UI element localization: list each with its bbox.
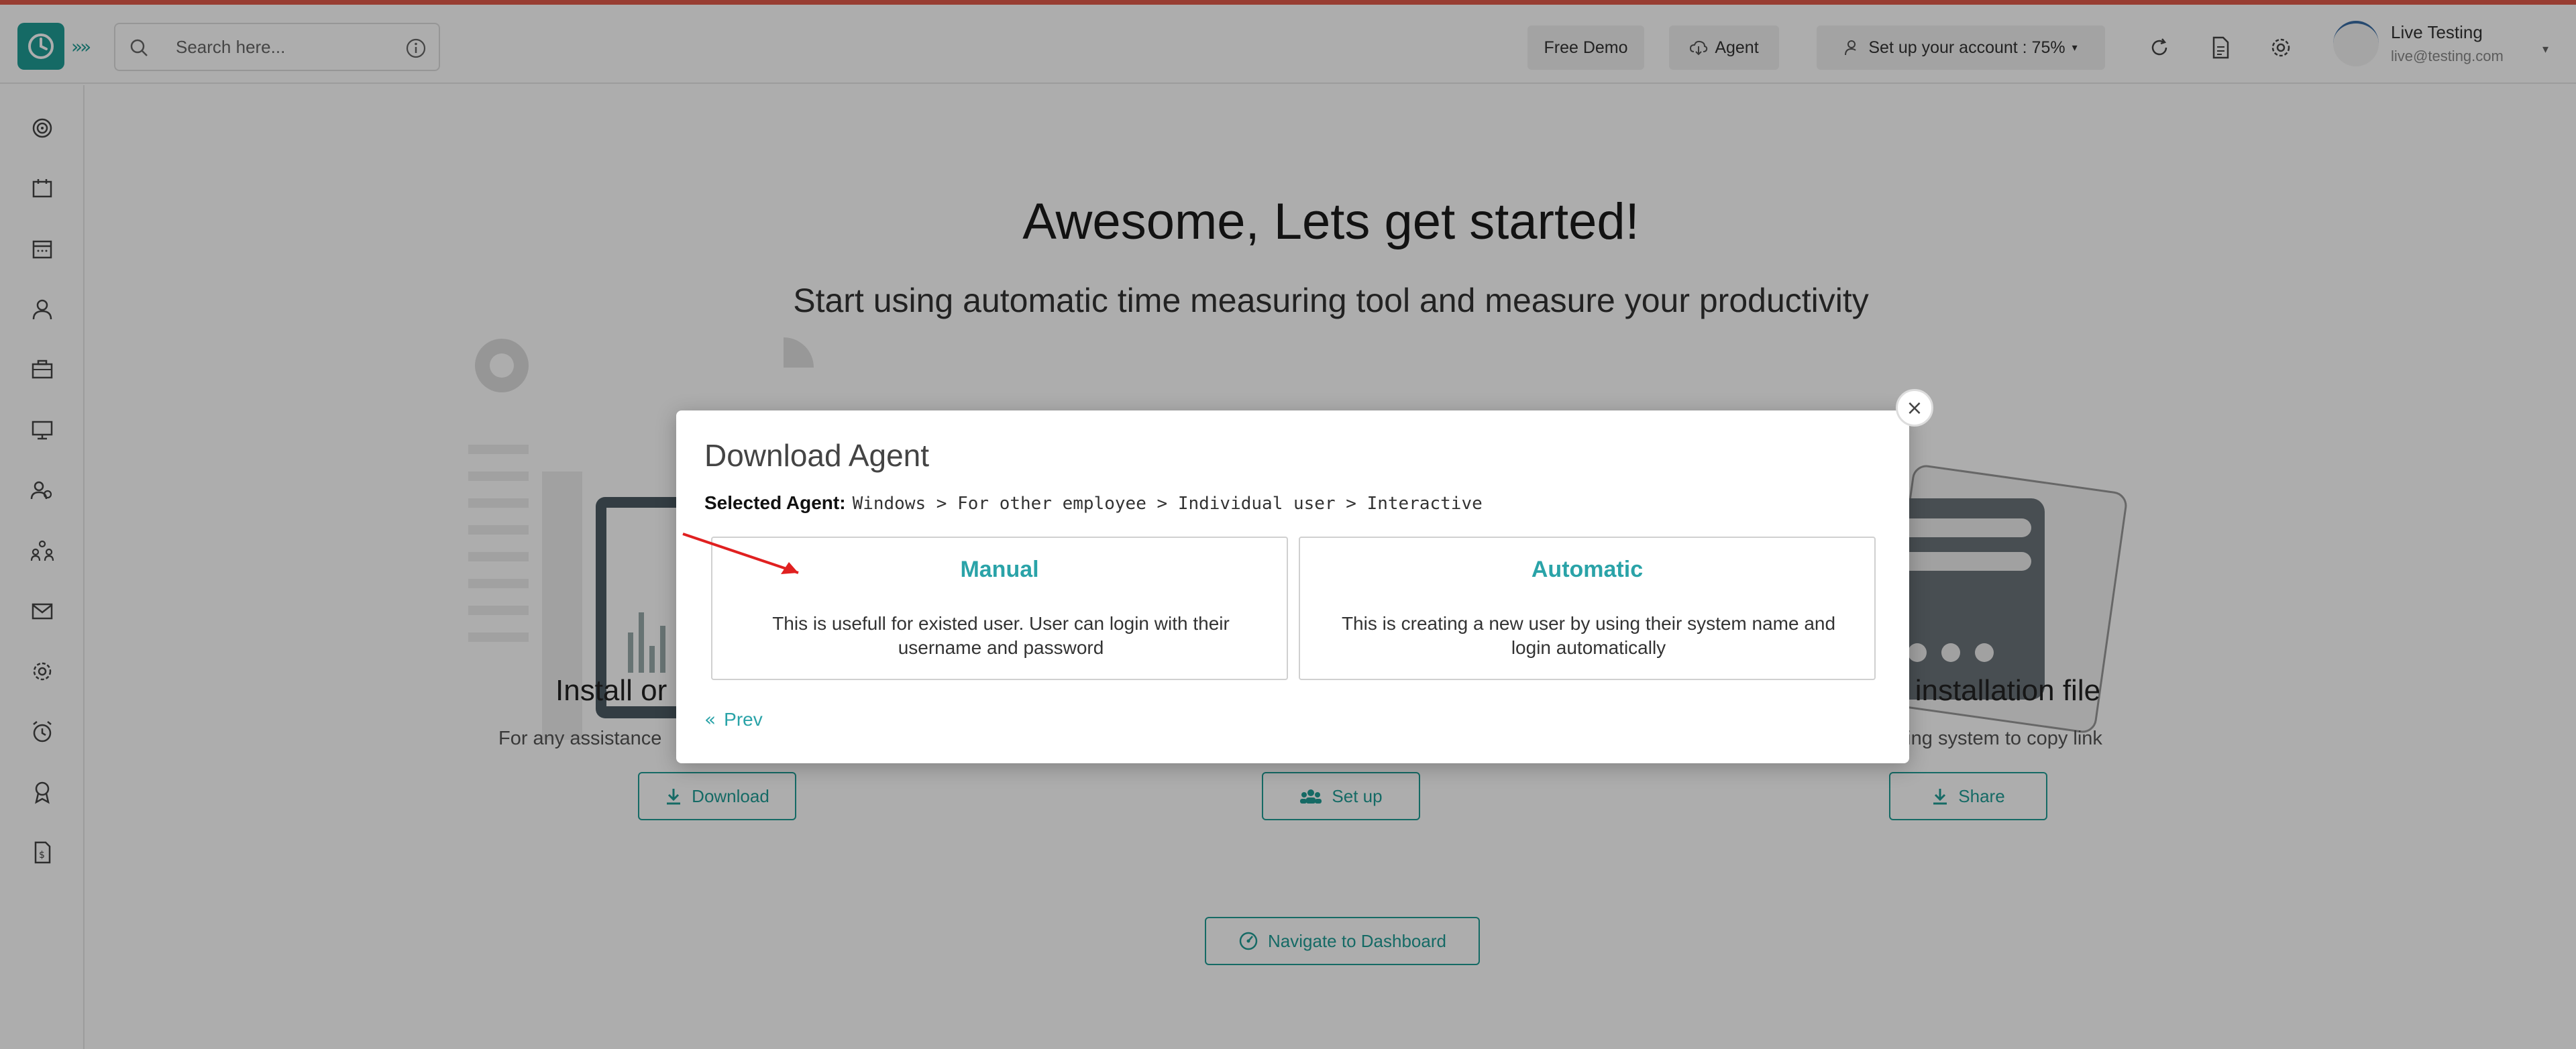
prev-label: Prev bbox=[724, 708, 763, 730]
selected-agent: Selected Agent: Windows > For other emplo… bbox=[704, 492, 1483, 514]
automatic-option-title: Automatic bbox=[1531, 557, 1644, 582]
annotation-arrow bbox=[682, 533, 799, 574]
automatic-option[interactable]: Automatic This is creating a new user by… bbox=[1299, 537, 1876, 680]
close-icon[interactable]: × bbox=[1896, 389, 1933, 427]
automatic-option-description: This is creating a new user by using the… bbox=[1341, 613, 1836, 658]
prev-button[interactable]: « Prev bbox=[704, 708, 763, 730]
modal-title: Download Agent bbox=[704, 438, 930, 473]
selected-agent-label: Selected Agent: bbox=[704, 492, 846, 513]
selected-agent-path: Windows > For other employee > Individua… bbox=[852, 494, 1483, 514]
double-chevron-left-icon: « bbox=[704, 708, 716, 730]
download-agent-modal: × Download Agent Selected Agent: Windows … bbox=[676, 389, 1933, 763]
manual-option-description: This is usefull for existed user. User c… bbox=[772, 613, 1230, 658]
